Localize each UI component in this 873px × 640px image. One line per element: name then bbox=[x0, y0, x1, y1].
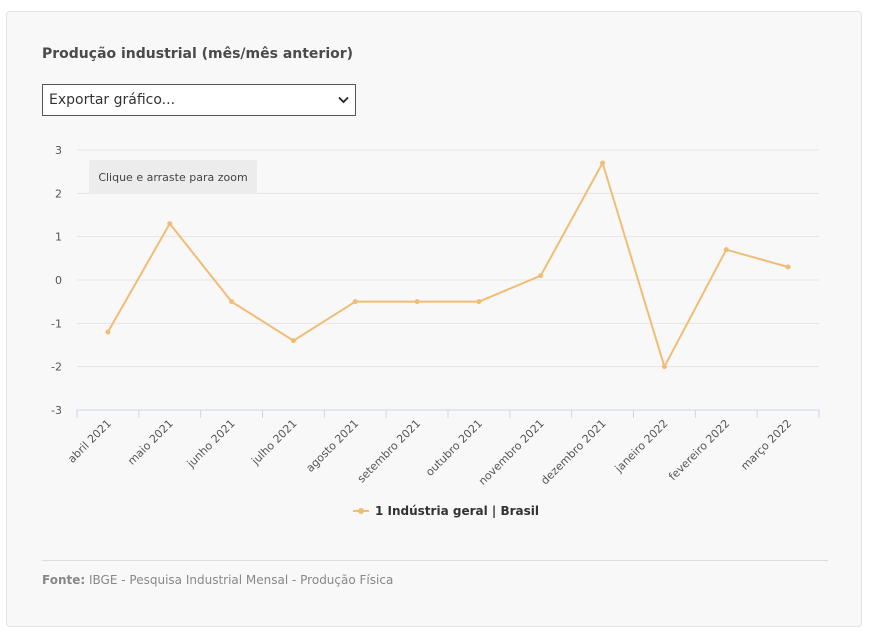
line-chart[interactable]: 3210-1-2-3abril 2021 maio 2021 junho 2021 j… bbox=[7, 12, 863, 552]
data-point bbox=[476, 299, 482, 305]
x-tick-label: janeiro 2022 bbox=[612, 417, 671, 476]
x-tick-label: maio 2021 bbox=[125, 417, 176, 468]
legend-swatch-marker bbox=[358, 508, 364, 514]
x-tick-label: setembro 2021 bbox=[355, 417, 423, 485]
data-point bbox=[167, 221, 173, 227]
x-tick-label: novembro 2021 bbox=[476, 417, 547, 488]
data-point bbox=[352, 299, 358, 305]
x-tick-label: dezembro 2021 bbox=[538, 417, 608, 487]
data-point bbox=[290, 338, 296, 344]
y-tick-label: 3 bbox=[55, 144, 62, 157]
zoom-hint: Clique e arraste para zoom bbox=[89, 160, 257, 194]
data-point bbox=[723, 247, 729, 253]
y-tick-label: 0 bbox=[55, 274, 62, 287]
x-tick-label: agosto 2021 bbox=[304, 417, 362, 475]
y-tick-label: -1 bbox=[51, 317, 62, 330]
y-tick-label: 1 bbox=[55, 231, 62, 244]
data-point bbox=[538, 273, 544, 279]
chart-card: Produção industrial (mês/mês anterior) E… bbox=[6, 11, 862, 627]
source-text: IBGE - Pesquisa Industrial Mensal - Prod… bbox=[89, 573, 394, 587]
data-point bbox=[600, 160, 606, 166]
data-point bbox=[105, 329, 111, 335]
y-tick-label: -3 bbox=[51, 404, 62, 417]
data-point bbox=[414, 299, 420, 305]
data-point bbox=[229, 299, 235, 305]
y-tick-label: 2 bbox=[55, 187, 62, 200]
x-tick-label: fevereiro 2022 bbox=[666, 417, 732, 483]
source-note: Fonte: IBGE - Pesquisa Industrial Mensal… bbox=[42, 573, 393, 587]
x-tick-label: março 2022 bbox=[738, 417, 794, 473]
data-point bbox=[661, 364, 667, 370]
y-tick-label: -2 bbox=[51, 361, 62, 374]
x-tick-label: junho 2021 bbox=[184, 417, 238, 471]
legend-label: 1 Indústria geral | Brasil bbox=[375, 504, 539, 518]
data-point bbox=[785, 264, 791, 270]
x-tick-label: abril 2021 bbox=[65, 417, 114, 466]
footer-divider bbox=[42, 560, 828, 561]
x-tick-label: outubro 2021 bbox=[423, 417, 485, 479]
x-tick-label: julho 2021 bbox=[248, 417, 299, 468]
source-label: Fonte: bbox=[42, 573, 86, 587]
